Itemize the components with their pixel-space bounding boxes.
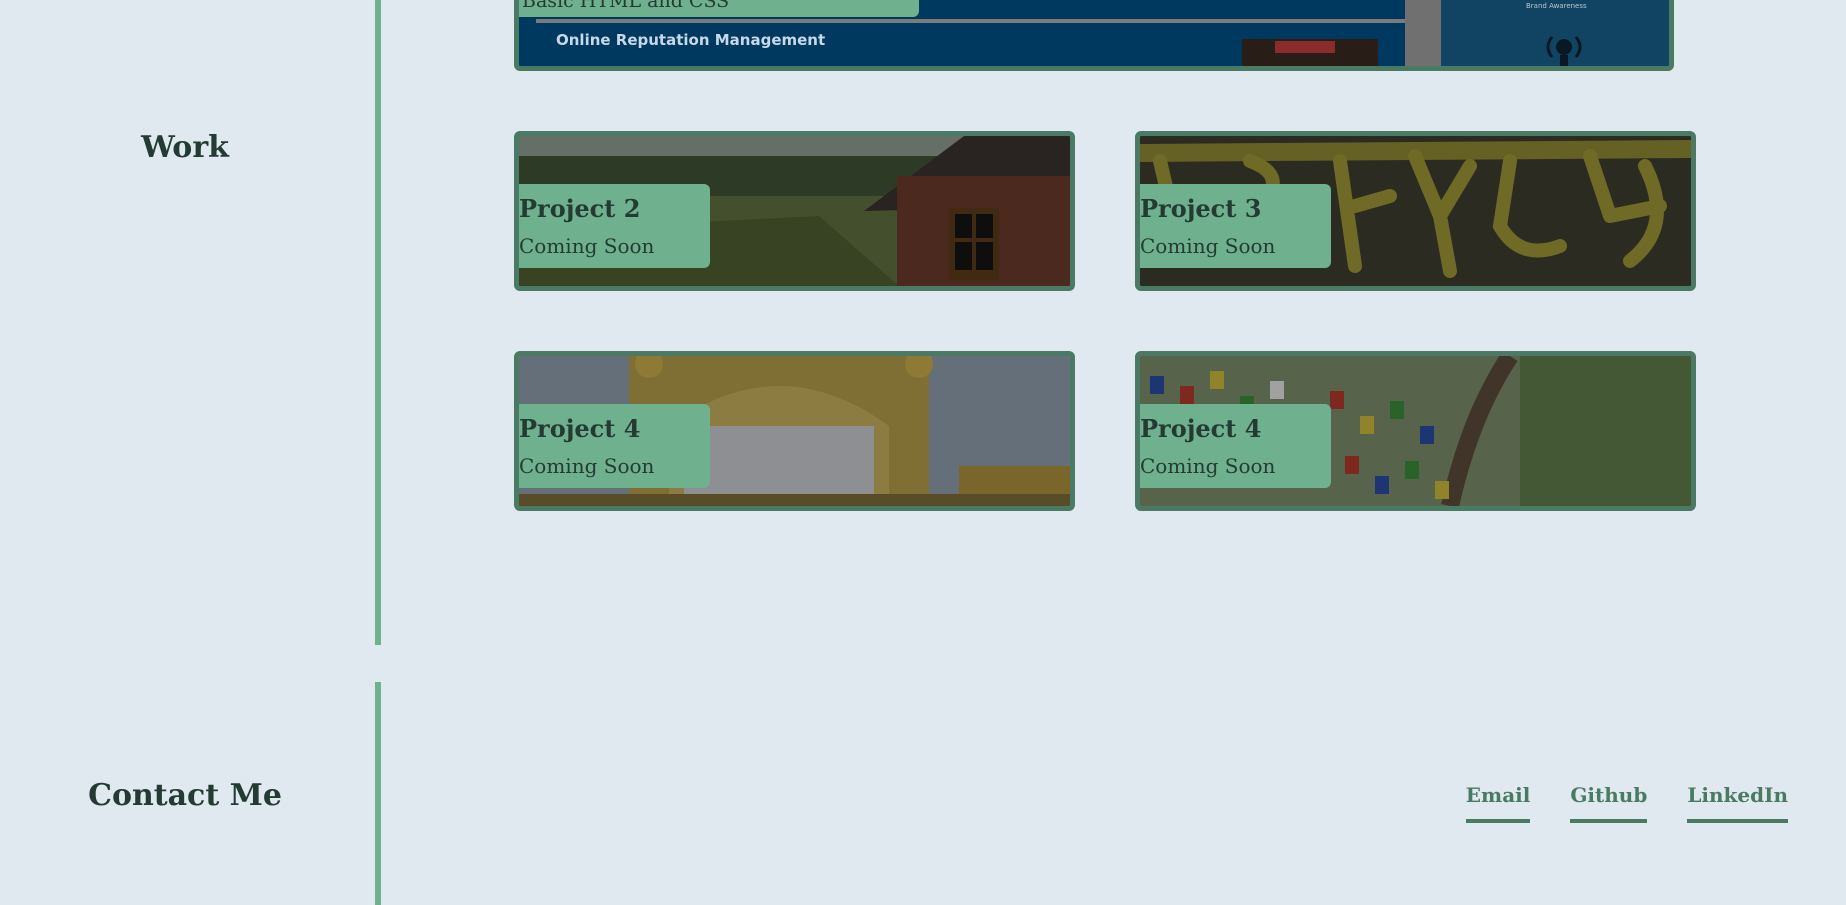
project-2-caption: Project 2 Coming Soon bbox=[519, 184, 710, 268]
project-4-caption: Project 4 Coming Soon bbox=[519, 404, 710, 488]
project-3-caption: Project 3 Coming Soon bbox=[1140, 184, 1331, 268]
contact-title: Contact Me bbox=[88, 778, 282, 813]
contact-divider bbox=[375, 682, 381, 905]
project-5-status: Coming Soon bbox=[1140, 454, 1276, 478]
project-1-badge-text: Brand Awareness bbox=[1526, 2, 1587, 10]
project-1-caption: Basic HTML and CSS bbox=[519, 0, 919, 17]
project-2-name: Project 2 bbox=[519, 194, 641, 223]
project-3-name: Project 3 bbox=[1140, 194, 1262, 223]
project-5-name: Project 4 bbox=[1140, 414, 1262, 443]
project-3-status: Coming Soon bbox=[1140, 234, 1276, 258]
project-4-status: Coming Soon bbox=[519, 454, 655, 478]
project-2-status: Coming Soon bbox=[519, 234, 655, 258]
project-1-banner-text: Online Reputation Management bbox=[556, 31, 826, 49]
work-title: Work bbox=[141, 130, 229, 165]
linkedin-link[interactable]: LinkedIn bbox=[1687, 783, 1788, 823]
project-4-card[interactable]: Project 4 Coming Soon bbox=[514, 351, 1075, 511]
project-1-card[interactable]: Basic HTML and CSS Online Reputation Man… bbox=[514, 0, 1674, 71]
project-4-name: Project 4 bbox=[519, 414, 641, 443]
email-link[interactable]: Email bbox=[1465, 783, 1531, 823]
github-link[interactable]: Github bbox=[1570, 783, 1648, 823]
project-5-caption: Project 4 Coming Soon bbox=[1140, 404, 1331, 488]
project-5-card[interactable]: Project 4 Coming Soon bbox=[1135, 351, 1696, 511]
project-3-card[interactable]: Project 3 Coming Soon bbox=[1135, 131, 1696, 291]
project-2-card[interactable]: Project 2 Coming Soon bbox=[514, 131, 1075, 291]
work-divider bbox=[375, 0, 381, 645]
contact-links: Email Github LinkedIn bbox=[1465, 783, 1788, 823]
